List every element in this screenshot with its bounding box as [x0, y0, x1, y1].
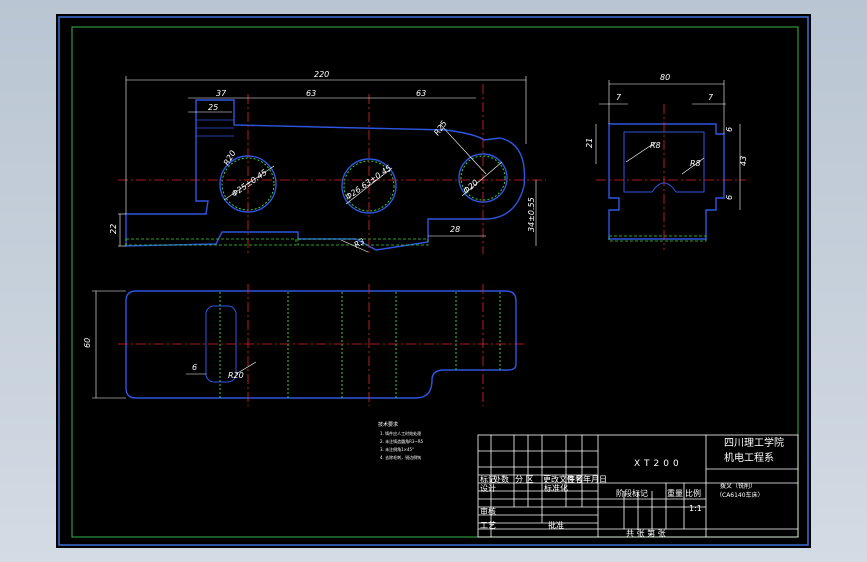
tech-note-4: 4. 去除毛刺，锐边倒钝: [380, 454, 421, 460]
tb-weight: 重量: [667, 488, 683, 498]
tb-approve: 批准: [548, 520, 564, 530]
dim-bore-2: Φ26.63±0.45: [344, 163, 393, 201]
dim-bore-3: Φ20: [462, 178, 480, 195]
part-name: 拨叉（铣削）: [720, 482, 756, 490]
top-outline: [125, 290, 517, 399]
tech-note-1: 1. 铸件应人工时效处理: [380, 430, 421, 436]
side-dim-6a: 6: [725, 127, 734, 132]
school-name: 四川理工学院: [724, 436, 784, 449]
dim-r20: R20: [222, 149, 238, 167]
dim-63-a: 63: [306, 89, 316, 98]
side-dim-21: 21: [585, 138, 594, 148]
tb-design: 设计: [480, 483, 496, 493]
front-detail-lines: [196, 119, 234, 137]
side-outline: [608, 123, 725, 240]
tb-zone: 分 区: [515, 475, 534, 484]
tb-ratio: 比例: [685, 488, 701, 498]
side-dim-r8a: R8: [650, 141, 661, 150]
inner-border: [71, 26, 799, 538]
outer-border: [58, 16, 809, 546]
top-dim-r20: R20: [228, 371, 244, 380]
tb-scale-value: 1:1: [689, 504, 702, 513]
technical-notes: 技术要求 1. 铸件应人工时效处理 2. 未注铸造圆角R3~R5 3. 未注倒角…: [378, 421, 424, 460]
top-dim-6: 6: [192, 363, 197, 372]
dim-28: 28: [450, 225, 460, 234]
side-dim-43: 43: [739, 156, 748, 166]
dim-63-b: 63: [416, 89, 426, 98]
dim-34: 34±0.55: [527, 197, 536, 232]
top-dim-60: 60: [83, 338, 92, 348]
dim-37: 37: [216, 89, 227, 98]
tech-note-3: 3. 未注倒角1×45°: [380, 446, 414, 452]
tb-sheet-label: 共 张 第 张: [626, 528, 666, 538]
tb-stage-mark: 阶段标记: [616, 488, 648, 498]
side-dim-6b: 6: [725, 195, 734, 200]
tech-note-2: 2. 未注铸造圆角R3~R5: [380, 438, 424, 444]
top-bore-hidden-lines: [219, 292, 501, 398]
dim-bore-1: Φ25±0.45: [230, 168, 269, 199]
side-dim-7b: 7: [708, 93, 714, 102]
front-view: 220 37 63 63 25 R20 Φ25±0.45 Φ26.63±0.45…: [109, 70, 546, 254]
drawing-sheet[interactable]: 220 37 63 63 25 R20 Φ25±0.45 Φ26.63±0.45…: [56, 14, 811, 548]
side-dim-7a: 7: [616, 93, 622, 102]
tb-count: 处数: [493, 474, 509, 484]
side-dim-r8b: R8: [690, 159, 701, 168]
tb-date: 年月日: [583, 474, 607, 484]
department-name: 机电工程系: [724, 451, 774, 464]
cad-viewport[interactable]: 220 37 63 63 25 R20 Φ25±0.45 Φ26.63±0.45…: [0, 0, 867, 562]
tb-review: 审核: [480, 506, 496, 516]
title-block: XT200 四川理工学院 机电工程系 拨叉（铣削） （CA6140车床） 标记 …: [477, 434, 799, 538]
dim-22: 22: [109, 224, 118, 234]
machine-name: （CA6140车床）: [716, 491, 764, 499]
tech-notes-title: 技术要求: [378, 421, 398, 428]
tb-signature: 签名: [567, 474, 583, 484]
tb-standardize: 标准化: [544, 483, 568, 493]
top-view: 60 6 R20: [83, 284, 526, 406]
front-dimension-lines: [118, 76, 537, 253]
side-dim-80: 80: [660, 73, 670, 82]
dim-r25: R25: [432, 119, 448, 137]
part-number: XT200: [634, 459, 683, 469]
front-outline: [125, 99, 526, 251]
side-view: 80 7 7 21 43 6 6 R8 R8: [585, 73, 748, 250]
dim-25: 25: [208, 103, 218, 112]
tb-process: 工艺: [480, 521, 496, 530]
dim-220: 220: [314, 70, 329, 79]
drawing-canvas: 220 37 63 63 25 R20 Φ25±0.45 Φ26.63±0.45…: [58, 16, 809, 546]
